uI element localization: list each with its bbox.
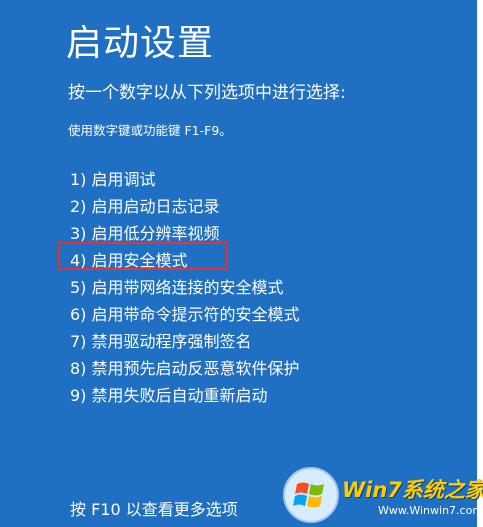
option-enable-boot-logging[interactable]: 2) 启用启动日志记录: [70, 193, 300, 220]
hint-text: 使用数字键或功能键 F1-F9。: [68, 123, 232, 138]
footer-text[interactable]: 按 F10 以查看更多选项: [70, 496, 238, 520]
option-enable-debugging[interactable]: 1) 启用调试: [70, 166, 300, 193]
option-disable-auto-restart[interactable]: 9) 禁用失败后自动重新启动: [70, 382, 300, 409]
highlight-frame: [58, 242, 228, 270]
option-enable-safe-mode-networking[interactable]: 5) 启用带网络连接的安全模式: [70, 274, 300, 301]
windows-logo-icon: [283, 467, 339, 523]
options-list: 1) 启用调试 2) 启用启动日志记录 3) 启用低分辨率视频 4) 启用安全模…: [70, 166, 300, 409]
watermark-url: Www.Winwin7.com: [378, 504, 483, 517]
watermark: Win7系统之家 Www.Winwin7.com: [282, 464, 483, 526]
option-disable-driver-signature-enforcement[interactable]: 7) 禁用驱动程序强制签名: [70, 328, 300, 355]
option-enable-safe-mode-command-prompt[interactable]: 6) 启用带命令提示符的安全模式: [70, 301, 300, 328]
right-edge-strip: [477, 0, 483, 527]
option-disable-early-launch-antimalware[interactable]: 8) 禁用预先启动反恶意软件保护: [70, 355, 300, 382]
page-title: 启动设置: [66, 23, 215, 64]
instruction-text: 按一个数字以从下列选项中进行选择:: [68, 83, 346, 103]
watermark-brand: Win7系统之家: [342, 478, 483, 502]
startup-settings-screen: 启动设置 按一个数字以从下列选项中进行选择: 使用数字键或功能键 F1-F9。 …: [0, 0, 483, 527]
